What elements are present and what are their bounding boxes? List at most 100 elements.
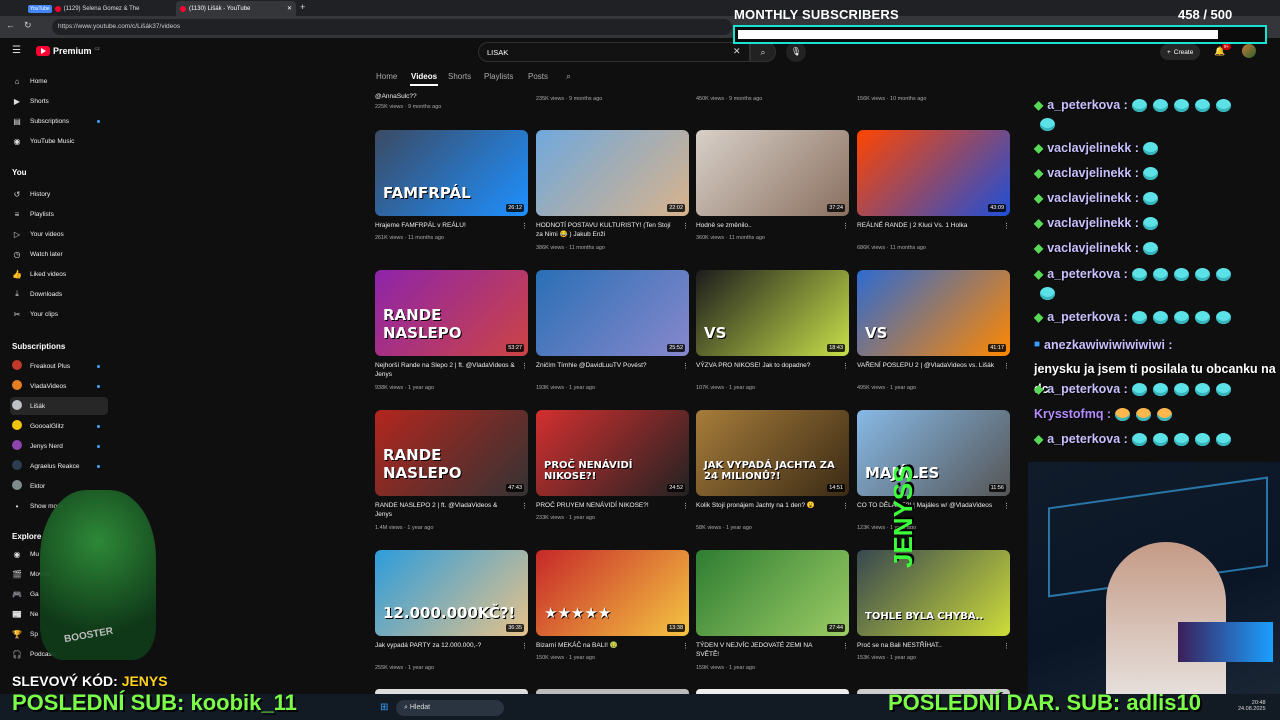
more-options-icon[interactable]: ⋮ xyxy=(682,362,689,370)
more-options-icon[interactable]: ⋮ xyxy=(521,502,528,510)
video-title[interactable]: Jak vypadá PARTY za 12.000.000,-? xyxy=(375,642,515,651)
address-bar[interactable]: https://www.youtube.com/c/Lišák37/videos xyxy=(52,19,732,35)
sidebar-item[interactable]: VladaVideos xyxy=(10,377,108,395)
clear-search-icon[interactable]: ✕ xyxy=(733,46,741,57)
more-options-icon[interactable]: ⋮ xyxy=(1003,642,1010,650)
video-thumbnail[interactable]: RANDE NASLEPO 53:27 xyxy=(375,270,528,356)
close-tab-icon[interactable]: ✕ xyxy=(287,5,292,12)
new-content-dot xyxy=(97,464,100,468)
video-thumbnail[interactable]: 12.000.000KČ?! 36:35 xyxy=(375,550,528,636)
video-thumbnail[interactable]: 27:44 xyxy=(696,550,849,636)
more-options-icon[interactable]: ⋮ xyxy=(1003,362,1010,370)
more-options-icon[interactable]: ⋮ xyxy=(842,502,849,510)
video-thumbnail[interactable]: 25:52 xyxy=(536,270,689,356)
video-thumbnail[interactable]: TOHLE BYLA CHYBA.. xyxy=(857,550,1010,636)
tab-home[interactable]: Home xyxy=(376,72,397,81)
video-thumbnail[interactable]: 37:24 xyxy=(696,130,849,216)
tab-playlists[interactable]: Playlists xyxy=(484,72,513,81)
video-thumbnail[interactable]: JAK VYPADÁ JACHTA ZA 24 MILIONŮ?! 14:51 xyxy=(696,410,849,496)
explore-heading[interactable]: Explore xyxy=(12,532,41,541)
more-options-icon[interactable]: ⋮ xyxy=(842,222,849,230)
video-thumbnail[interactable]: RANDE NASLEPO 47:43 xyxy=(375,410,528,496)
voice-search-button[interactable]: 🎙 xyxy=(786,42,806,62)
video-title[interactable]: Nejhorší Rande na Slepo 2 | ft. @VladaVi… xyxy=(375,362,515,379)
more-options-icon[interactable]: ⋮ xyxy=(1003,222,1010,230)
search-input[interactable]: LISAK xyxy=(478,42,750,62)
video-thumbnail[interactable]: ★★★★★ 13:38 xyxy=(536,550,689,636)
video-title[interactable]: TÝDEN V NEJVÍC JEDOVATÉ ZEMI NA SVĚTĚ! xyxy=(696,642,836,659)
you-heading[interactable]: You xyxy=(12,168,27,177)
sidebar-item[interactable]: Agraelus Reakce xyxy=(10,457,108,475)
sidebar-item[interactable]: ⌂ Home xyxy=(10,72,108,90)
sidebar-item[interactable]: ↺ History xyxy=(10,185,108,203)
new-tab-icon[interactable]: + xyxy=(300,2,305,12)
more-options-icon[interactable]: ⋮ xyxy=(842,642,849,650)
video-title[interactable]: Bizarní MEKÁČ na BALI! 🤢 xyxy=(536,642,676,651)
more-options-icon[interactable]: ⋮ xyxy=(682,502,689,510)
sidebar-item[interactable]: ⤓ Downloads xyxy=(10,285,108,303)
taskbar-search[interactable]: ⌕ Hledat xyxy=(396,700,504,716)
video-title[interactable]: REÁLNÉ RANDE | 2 Kluci Vs. 1 Holka xyxy=(857,222,997,231)
sidebar-item[interactable]: ✂ Your clips xyxy=(10,305,108,323)
youtube-logo[interactable]: Premium CZ xyxy=(36,46,100,56)
video-thumbnail[interactable]: PROČ NENÁVIDÍ NIKOSE?! 24:52 xyxy=(536,410,689,496)
sidebar-item[interactable]: ▤ Subscriptions xyxy=(10,112,108,130)
more-options-icon[interactable]: ⋮ xyxy=(682,642,689,650)
more-options-icon[interactable]: ⋮ xyxy=(521,362,528,370)
chat-emote-icon xyxy=(1152,310,1168,324)
create-button[interactable]: + Create xyxy=(1160,44,1201,60)
account-avatar[interactable] xyxy=(1242,44,1256,58)
video-thumbnail[interactable]: MAJÁLES 11:56 xyxy=(857,410,1010,496)
more-options-icon[interactable]: ⋮ xyxy=(682,222,689,230)
tab-shorts[interactable]: Shorts xyxy=(448,72,471,81)
video-title[interactable]: Proč se na Bali NESTŘÍHAT.. xyxy=(857,642,997,651)
video-title[interactable]: Hrajeme FAMFRPÁL v REÁLU! xyxy=(375,222,515,231)
video-duration: 25:52 xyxy=(667,344,685,352)
video-thumbnail[interactable]: VS 41:17 xyxy=(857,270,1010,356)
video-title[interactable]: VÝZVA PRO NIKOSE! Jak to dopadne? xyxy=(696,362,836,371)
browser-tab-selena[interactable]: YouTube (1129) Selena Gomez & The xyxy=(24,1,174,16)
video-title[interactable]: Kolik Stojí pronájem Jachty na 1 den? 😮 xyxy=(696,502,836,511)
sidebar-item[interactable]: ≡ Playlists xyxy=(10,205,108,223)
sidebar-item[interactable]: Freakout Plus xyxy=(10,357,108,375)
subscriptions-heading[interactable]: Subscriptions xyxy=(12,342,65,351)
video-thumbnail[interactable]: FAMFRPÁL 26:12 xyxy=(375,130,528,216)
channel-search-icon[interactable]: ⌕ xyxy=(566,71,571,82)
video-thumbnail[interactable]: 43:09 xyxy=(857,130,1010,216)
more-options-icon[interactable]: ⋮ xyxy=(521,642,528,650)
video-title[interactable]: PROČ PRUYEM NENÁVIDÍ NIKOSE?! xyxy=(536,502,676,511)
video-title[interactable]: VAŘENÍ POSLEPU 2 | @VladaVideos vs. Lišá… xyxy=(857,362,997,371)
search-button[interactable]: ⌕ xyxy=(750,42,776,62)
last-gift-sub-banner: POSLEDNÍ DAR. SUB: adlis10 xyxy=(888,690,1201,715)
sidebar-item[interactable]: ▶ Shorts xyxy=(10,92,108,110)
windows-start-icon[interactable]: ⊞ xyxy=(380,702,388,713)
video-thumbnail[interactable]: 22:02 xyxy=(536,130,689,216)
video-title[interactable]: Zničím Tímhle @DavidLuuTV Povést? xyxy=(536,362,676,371)
video-thumbnail[interactable]: VS 18:43 xyxy=(696,270,849,356)
reload-icon[interactable]: ↻ xyxy=(24,20,32,31)
more-options-icon[interactable]: ⋮ xyxy=(842,362,849,370)
channel-avatar xyxy=(12,440,22,450)
sidebar-item[interactable]: ▷ Your videos xyxy=(10,225,108,243)
sidebar-item[interactable]: Jenys Nerd xyxy=(10,437,108,455)
video-title[interactable]: HODNOTÍ POSTAVU KULTURISTY! (Ten Stojí z… xyxy=(536,222,676,239)
sidebar-item[interactable]: Lišák xyxy=(10,397,108,415)
video-title[interactable]: @AnnaSulc?? xyxy=(375,93,515,102)
sidebar-item[interactable]: ◷ Watch later xyxy=(10,245,108,263)
taskbar-clock[interactable]: 20:48 24.08.2025 xyxy=(1238,700,1266,712)
hamburger-menu-icon[interactable]: ☰ xyxy=(12,45,21,56)
sidebar-item[interactable]: ◉ YouTube Music xyxy=(10,132,108,150)
sidebar-item[interactable]: GoooalGlitz xyxy=(10,417,108,435)
more-options-icon[interactable]: ⋮ xyxy=(1003,502,1010,510)
more-options-icon[interactable]: ⋮ xyxy=(521,222,528,230)
tab-videos[interactable]: Videos xyxy=(411,72,437,81)
browser-tab-lisak[interactable]: (1130) Lišák - YouTube ✕ xyxy=(176,1,296,16)
back-icon[interactable]: ← xyxy=(6,20,15,30)
video-title[interactable]: Hodně se změnilo.. xyxy=(696,222,836,231)
tab-posts[interactable]: Posts xyxy=(528,72,548,81)
video-title[interactable]: CO TO DĚLÁME?! | Majáles w/ @VladaVideos xyxy=(857,502,997,511)
sidebar-item[interactable]: 👍 Liked videos xyxy=(10,265,108,283)
chat-message: ◆ a_peterkova : xyxy=(1034,432,1237,446)
video-title[interactable]: RANDE NASLEPO 2 | ft. @VladaVideos & Jen… xyxy=(375,502,515,519)
taskbar-search-placeholder: Hledat xyxy=(409,704,431,711)
